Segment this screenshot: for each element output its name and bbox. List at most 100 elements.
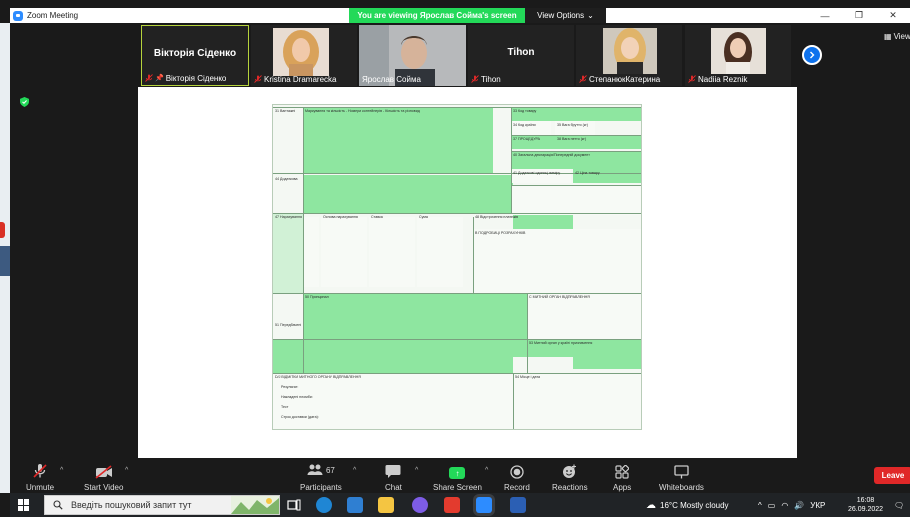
language-indicator[interactable]: УКР	[810, 501, 825, 510]
participant-name: Ярослав Сойма	[362, 74, 421, 84]
zoom-taskbar-icon[interactable]	[476, 497, 492, 513]
start-video-label: Start Video	[84, 483, 124, 492]
title-bar: Zoom Meeting You are viewing Ярослав Сой…	[10, 8, 910, 23]
participant-video-feed	[711, 28, 766, 74]
participant-tile-reznik[interactable]: Nadiia Reznik	[685, 25, 791, 86]
wifi-icon[interactable]: ◠	[781, 501, 788, 510]
clock-date: 26.09.2022	[848, 506, 884, 513]
taskbar-clock[interactable]: 16:08 26.09.2022	[848, 496, 883, 514]
share-screen-icon: ↑	[449, 467, 466, 479]
pin-icon: 📌	[155, 75, 164, 82]
view-options-label: View Options	[537, 11, 585, 20]
muted-mic-icon	[471, 75, 479, 83]
view-toggle-button[interactable]: ▦ View	[884, 32, 910, 41]
video-off-icon	[95, 465, 112, 479]
apps-button[interactable]: Apps	[613, 461, 631, 492]
notifications-icon[interactable]: 🗨	[894, 493, 904, 517]
chevron-up-icon[interactable]: ^	[758, 501, 762, 510]
audio-options-caret[interactable]: ^	[60, 467, 63, 474]
cloud-icon: ☁	[646, 499, 656, 511]
muted-mic-icon	[254, 75, 262, 83]
participant-video-feed	[273, 28, 329, 76]
participant-tile-stepaniuk[interactable]: СтепанюкКатерина	[576, 25, 682, 86]
muted-mic-icon	[145, 74, 153, 82]
reaction-emoji-icon	[563, 464, 577, 478]
chat-label: Chat	[385, 483, 402, 492]
share-screen-button[interactable]: ↑ Share Screen	[433, 461, 482, 492]
word-icon[interactable]	[510, 497, 526, 513]
participant-label: Ярослав Сойма	[362, 74, 421, 84]
window-title: Zoom Meeting	[27, 11, 79, 20]
participant-tile-soima[interactable]: Ярослав Сойма	[359, 25, 466, 86]
shared-screen: 31 Вантажні Маркування та кількість - Но…	[138, 87, 797, 458]
zoom-app-icon	[13, 10, 23, 21]
network-icon[interactable]: ▭	[768, 501, 776, 510]
task-view-icon[interactable]	[286, 497, 302, 513]
record-button[interactable]: Record	[504, 461, 530, 492]
participant-name-large: Tihon	[507, 47, 535, 58]
participants-options-caret[interactable]: ^	[353, 467, 356, 474]
chevron-down-icon: ⌄	[587, 11, 594, 20]
participant-label: СтепанюкКатерина	[579, 74, 660, 84]
search-highlight-image	[231, 496, 279, 514]
apps-label: Apps	[613, 483, 632, 492]
whiteboard-icon	[674, 465, 689, 479]
leave-button[interactable]: Leave	[874, 467, 910, 484]
participant-name: Kristina Dramarecka	[264, 74, 337, 84]
participant-tile-dramarecka[interactable]: Kristina Dramarecka	[251, 25, 357, 86]
share-screen-label: Share Screen	[433, 483, 482, 492]
close-button[interactable]: ✕	[876, 8, 910, 23]
system-tray: ^ ▭ ◠ 🔊 УКР	[758, 493, 825, 517]
maximize-button[interactable]: ❐	[842, 8, 876, 23]
whiteboards-button[interactable]: Whiteboards	[659, 461, 704, 492]
reactions-label: Reactions	[552, 483, 588, 492]
file-explorer-icon[interactable]	[378, 497, 394, 513]
share-options-caret[interactable]: ^	[485, 467, 488, 474]
next-page-button[interactable]	[802, 45, 822, 65]
zoom-window: Zoom Meeting You are viewing Ярослав Сой…	[0, 0, 910, 517]
close-icon: ✕	[889, 10, 897, 20]
participants-label: Participants	[300, 483, 342, 492]
security-shield-icon[interactable]	[20, 97, 29, 107]
mail-icon[interactable]	[347, 497, 363, 513]
reactions-button[interactable]: Reactions	[552, 461, 588, 492]
viber-icon[interactable]	[412, 497, 428, 513]
taskbar-search-box[interactable]: Введіть пошуковий запит тут	[44, 495, 280, 515]
participant-tile-tihon[interactable]: Tihon Tihon	[468, 25, 574, 86]
chevron-right-icon	[810, 51, 815, 59]
view-label: View	[893, 32, 910, 41]
restore-icon: ❐	[854, 10, 864, 20]
participant-tile-sidenko[interactable]: Вікторія Сіденко 📌 Вікторія Сіденко	[141, 25, 249, 86]
participant-name-large: Вікторія Сіденко	[153, 48, 237, 59]
participant-label: Kristina Dramarecka	[254, 74, 336, 84]
participant-name: Вікторія Сіденко	[165, 73, 227, 83]
windows-start-icon[interactable]	[18, 499, 30, 511]
meeting-toolbar: Unmute ^ Start Video ^ 67 Participants ^…	[10, 458, 910, 493]
weather-widget[interactable]: ☁ 16°C Mostly cloudy	[646, 493, 729, 517]
muted-mic-icon	[579, 75, 587, 83]
participant-label: Nadiia Reznik	[688, 74, 747, 84]
volume-icon[interactable]: 🔊	[794, 501, 804, 510]
chat-options-caret[interactable]: ^	[415, 467, 418, 474]
edge-browser-icon[interactable]	[316, 497, 332, 513]
grid-view-icon: ▦	[884, 32, 892, 41]
video-options-caret[interactable]: ^	[125, 467, 128, 474]
start-video-button[interactable]: Start Video	[84, 461, 123, 492]
participant-label: 📌 Вікторія Сіденко	[145, 73, 226, 83]
participant-name: СтепанюкКатерина	[589, 74, 661, 84]
minimize-icon: —	[820, 10, 830, 21]
shared-document-form: 31 Вантажні Маркування та кількість - Но…	[272, 104, 642, 430]
participants-icon	[307, 464, 323, 475]
opera-icon[interactable]	[444, 497, 460, 513]
desktop-edge-marker	[0, 222, 5, 238]
view-options-button[interactable]: View Options ⌄	[525, 8, 606, 23]
window-controls: — ❐ ✕	[808, 8, 910, 23]
search-icon	[53, 500, 63, 510]
participants-button[interactable]: 67 Participants	[300, 461, 342, 492]
participant-video-feed	[603, 28, 657, 74]
participant-name: Tihon	[481, 74, 501, 84]
unmute-button[interactable]: Unmute	[26, 461, 54, 492]
muted-mic-icon	[688, 75, 696, 83]
chat-button[interactable]: Chat	[385, 461, 402, 492]
minimize-button[interactable]: —	[808, 8, 842, 23]
